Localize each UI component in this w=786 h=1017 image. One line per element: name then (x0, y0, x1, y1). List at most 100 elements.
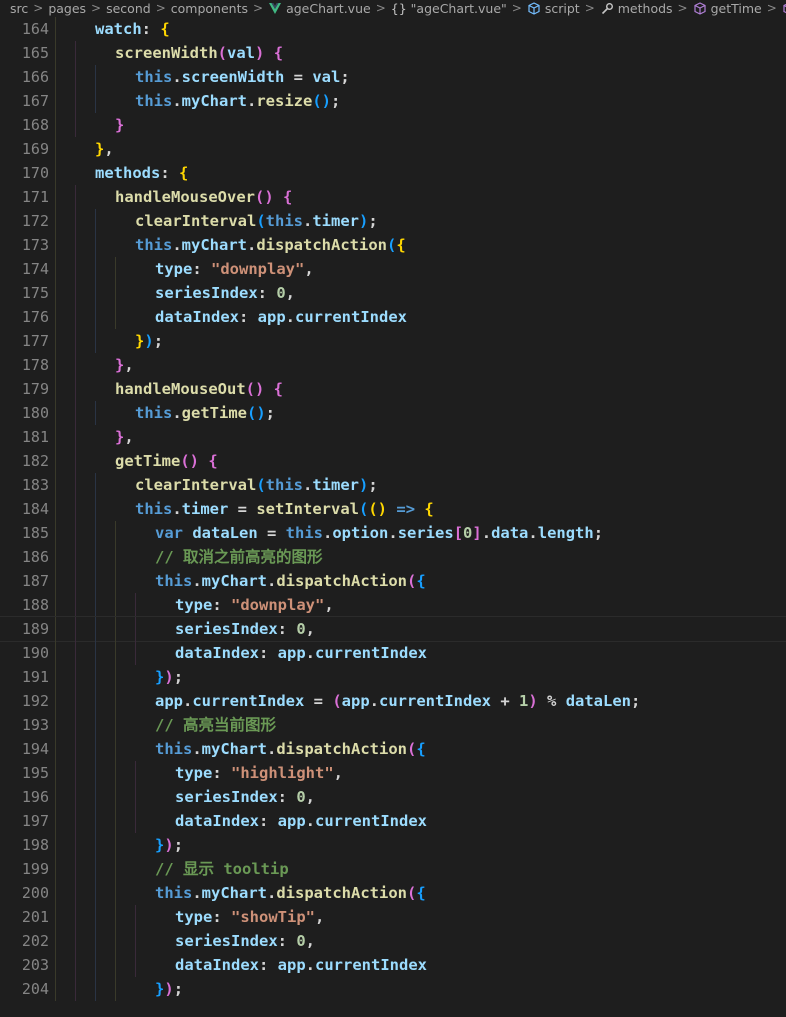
code-line[interactable]: 167 this.myChart.resize(); (0, 89, 786, 113)
code-line[interactable]: 196 seriesIndex: 0, (0, 785, 786, 809)
breadcrumb: src > pages > second > components > ageChart.vue… (0, 0, 786, 17)
indent-guide (95, 569, 96, 593)
code-line[interactable]: 197 dataIndex: app.currentIndex (0, 809, 786, 833)
code-token: dataLen (565, 692, 632, 710)
code-line[interactable]: 190 dataIndex: app.currentIndex (0, 641, 786, 665)
code-line[interactable]: 199 // 显示 tooltip (0, 857, 786, 881)
code-line-current[interactable]: 189 seriesIndex: 0, (0, 616, 786, 642)
code-line[interactable]: 200 this.myChart.dispatchAction({ (0, 881, 786, 905)
code-token: resize (256, 92, 313, 110)
breadcrumb-item[interactable]: {} "ageChart.vue" (391, 0, 507, 17)
breadcrumb-item[interactable]: getTime (693, 0, 762, 17)
code-line[interactable]: 169}, (0, 137, 786, 161)
breadcrumb-item[interactable]: components (171, 0, 248, 17)
indent-guide (75, 641, 76, 665)
code-token: = (304, 692, 333, 710)
code-line[interactable]: 187 this.myChart.dispatchAction({ (0, 569, 786, 593)
code-line[interactable]: 198}); (0, 833, 786, 857)
code-line[interactable]: 180 this.getTime(); (0, 401, 786, 425)
breadcrumb-item[interactable]: script (527, 0, 580, 17)
breadcrumb-item[interactable]: setInterv (782, 0, 786, 17)
code-token: . (267, 740, 277, 758)
code-token: : (192, 260, 211, 278)
indent-guide (75, 497, 76, 521)
code-line[interactable]: 174 type: "downplay", (0, 257, 786, 281)
line-number: 178 (21, 356, 49, 374)
indent-guide (95, 929, 96, 953)
code-line[interactable]: 183 clearInterval(this.timer); (0, 473, 786, 497)
code-token: timer (312, 476, 360, 494)
line-number: 192 (21, 692, 49, 710)
code-token: handleMouseOver (115, 188, 255, 206)
code-text: // 显示 tooltip (155, 857, 289, 881)
breadcrumb-item[interactable]: methods (600, 0, 673, 17)
code-line[interactable]: 170 methods: { (0, 161, 786, 185)
indent-guide (95, 905, 96, 929)
breadcrumb-separator: > (375, 1, 386, 15)
code-line[interactable]: 184 this.timer = setInterval(() => { (0, 497, 786, 521)
code-token: ; (331, 92, 341, 110)
code-token: dispatchAction (276, 884, 407, 902)
code-line[interactable]: 168} (0, 113, 786, 137)
indent-guide (135, 617, 136, 641)
code-line[interactable]: 192 app.currentIndex = (app.currentIndex … (0, 689, 786, 713)
code-token: . (183, 692, 193, 710)
indent-guide (75, 785, 76, 809)
breadcrumb-item[interactable]: second (106, 0, 151, 17)
code-token: val (227, 44, 255, 62)
code-line[interactable]: 179 handleMouseOut() { (0, 377, 786, 401)
code-line[interactable]: 182 getTime() { (0, 449, 786, 473)
breadcrumb-item[interactable]: pages (48, 0, 86, 17)
code-token: 1 (519, 692, 529, 710)
code-token: = (257, 524, 286, 542)
code-token: . (305, 644, 316, 662)
indent-guide (75, 41, 76, 65)
code-line[interactable]: 201 type: "showTip", (0, 905, 786, 929)
code-line[interactable]: 195 type: "highlight", (0, 761, 786, 785)
code-line[interactable]: 164 watch: { (0, 17, 786, 41)
code-line[interactable]: 185 var dataLen = this.option.series[0].d… (0, 521, 786, 545)
indent-guide (95, 545, 96, 569)
code-token: "highlight" (231, 764, 334, 782)
code-line[interactable]: 171 handleMouseOver() { (0, 185, 786, 209)
code-text: watch: { (95, 17, 170, 41)
code-token: , (305, 932, 316, 950)
breadcrumb-item[interactable]: src (0, 0, 28, 17)
code-line[interactable]: 175 seriesIndex: 0, (0, 281, 786, 305)
code-line[interactable]: 203 dataIndex: app.currentIndex (0, 953, 786, 977)
code-line[interactable]: 191}); (0, 665, 786, 689)
code-token: : (141, 20, 161, 38)
code-line[interactable]: 172 clearInterval(this.timer); (0, 209, 786, 233)
breadcrumb-item-label: pages (48, 1, 87, 16)
code-editor[interactable]: 163 },164watch: {165screenWidth(val) {16… (0, 0, 786, 1001)
code-line[interactable]: 202 seriesIndex: 0, (0, 929, 786, 953)
code-token: . (323, 524, 333, 542)
code-line[interactable]: 194 this.myChart.dispatchAction({ (0, 737, 786, 761)
code-text: dataIndex: app.currentIndex (175, 809, 427, 833)
breadcrumb-item[interactable]: ageChart.vue (268, 0, 371, 17)
code-line[interactable]: 188 type: "downplay", (0, 593, 786, 617)
code-line[interactable]: 177}); (0, 329, 786, 353)
indent-guide (95, 593, 96, 617)
code-token: seriesIndex (175, 932, 278, 950)
code-line[interactable]: 193 // 高亮当前图形 (0, 713, 786, 737)
code-line[interactable]: 181}, (0, 425, 786, 449)
indent-guide (55, 665, 56, 689)
code-token: this (155, 740, 193, 758)
code-line[interactable]: 178}, (0, 353, 786, 377)
code-token: option (332, 524, 389, 542)
code-line[interactable]: 165 screenWidth(val) { (0, 41, 786, 65)
indent-guide (75, 617, 76, 641)
indent-guide (95, 473, 96, 497)
indent-guide (95, 209, 96, 233)
code-line[interactable]: 176 dataIndex: app.currentIndex (0, 305, 786, 329)
code-token: = (284, 68, 313, 86)
code-line[interactable]: 186 // 取消之前高亮的图形 (0, 545, 786, 569)
code-token: getTime (115, 452, 181, 470)
code-line[interactable]: 204}); (0, 977, 786, 1001)
code-line[interactable]: 166 this.screenWidth = val; (0, 65, 786, 89)
line-number: 183 (21, 476, 49, 494)
code-line[interactable]: 173 this.myChart.dispatchAction({ (0, 233, 786, 257)
code-text: getTime() { (115, 449, 218, 473)
